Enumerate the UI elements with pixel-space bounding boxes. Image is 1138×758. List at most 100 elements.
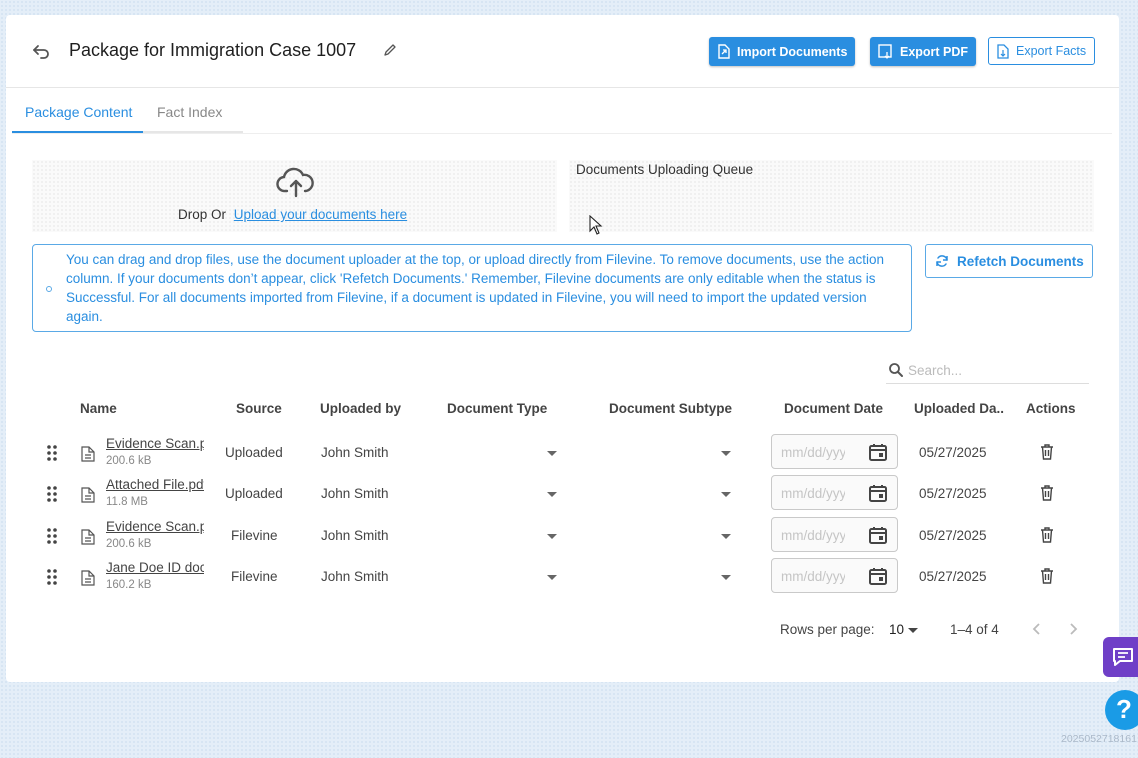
file-import-icon	[718, 44, 730, 59]
source-cell: Uploaded	[225, 486, 283, 501]
column-header-name[interactable]: Name	[80, 401, 117, 416]
search-icon	[889, 363, 903, 377]
file-export-icon	[997, 43, 1009, 59]
column-header-document-date[interactable]: Document Date	[784, 401, 883, 416]
page-header: Package for Immigration Case 1007 Import…	[6, 15, 1119, 88]
document-type-select[interactable]	[547, 534, 557, 539]
import-documents-label: Import Documents	[737, 44, 848, 59]
document-date-input[interactable]	[781, 527, 845, 543]
document-type-select[interactable]	[547, 492, 557, 497]
rows-per-page-label: Rows per page:	[780, 622, 875, 637]
document-date-field[interactable]	[771, 475, 898, 510]
source-cell: Filevine	[231, 569, 278, 584]
uploaded-by-cell: John Smith	[321, 569, 389, 584]
calendar-icon[interactable]	[868, 525, 888, 545]
file-name-link[interactable]: Jane Doe ID doc	[106, 560, 204, 575]
refresh-icon	[936, 255, 948, 267]
build-stamp: 2025052718161	[1061, 733, 1137, 745]
export-pdf-label: Export PDF	[900, 44, 969, 59]
pencil-icon[interactable]	[383, 43, 397, 57]
refetch-documents-button[interactable]: Refetch Documents	[925, 244, 1093, 278]
search-field[interactable]	[886, 358, 1089, 384]
info-alert: You can drag and drop files, use the doc…	[32, 244, 912, 332]
uploaded-date-cell: 05/27/2025	[919, 486, 987, 501]
help-icon: ?	[1116, 694, 1132, 724]
upload-dropzone[interactable]: Drop Or Upload your documents here	[32, 160, 557, 232]
document-subtype-select[interactable]	[721, 575, 731, 580]
document-type-select[interactable]	[547, 451, 557, 456]
search-input[interactable]	[908, 360, 1083, 380]
export-pdf-icon	[878, 44, 892, 59]
document-subtype-select[interactable]	[721, 534, 731, 539]
document-date-field[interactable]	[771, 517, 898, 552]
delete-icon[interactable]	[1040, 568, 1054, 584]
back-arrow-icon[interactable]	[32, 42, 50, 60]
table-row: Evidence Scan.pdf 200.6 kB Filevine John…	[6, 515, 1119, 555]
upload-queue-title: Documents Uploading Queue	[576, 162, 754, 177]
document-icon	[81, 570, 95, 586]
rows-per-page-select[interactable]: 10	[889, 622, 904, 637]
export-facts-label: Export Facts	[1016, 44, 1087, 58]
table-row: Attached File.pdf 11.8 MB Uploaded John …	[6, 473, 1119, 513]
document-date-input[interactable]	[781, 485, 845, 501]
file-name-link[interactable]: Attached File.pdf	[106, 477, 204, 492]
upload-link[interactable]: Upload your documents here	[234, 207, 407, 222]
uploaded-date-cell: 05/27/2025	[919, 445, 987, 460]
chevron-down-icon[interactable]	[908, 628, 918, 633]
column-header-document-subtype[interactable]: Document Subtype	[609, 401, 732, 416]
column-header-actions: Actions	[1026, 401, 1076, 416]
export-facts-button[interactable]: Export Facts	[988, 37, 1096, 65]
document-type-select[interactable]	[547, 575, 557, 580]
uploaded-by-cell: John Smith	[321, 445, 389, 460]
delete-icon[interactable]	[1040, 527, 1054, 543]
previous-page-icon[interactable]	[1029, 621, 1045, 637]
info-dot-icon	[46, 286, 52, 292]
document-date-field[interactable]	[771, 434, 898, 469]
drag-handle-icon[interactable]	[46, 485, 58, 503]
file-name-link[interactable]: Evidence Scan.pdf	[106, 519, 204, 534]
file-size: 200.6 kB	[106, 538, 152, 550]
document-subtype-select[interactable]	[721, 492, 731, 497]
chat-widget-button[interactable]	[1103, 637, 1138, 677]
column-header-source[interactable]: Source	[236, 401, 282, 416]
package-card: Package for Immigration Case 1007 Import…	[6, 15, 1119, 682]
delete-icon[interactable]	[1040, 485, 1054, 501]
delete-icon[interactable]	[1040, 444, 1054, 460]
calendar-icon[interactable]	[868, 483, 888, 503]
tab-package-content[interactable]: Package Content	[25, 104, 132, 120]
help-button[interactable]: ?	[1105, 690, 1138, 730]
column-header-uploaded-by[interactable]: Uploaded by	[320, 401, 401, 416]
drag-handle-icon[interactable]	[46, 527, 58, 545]
file-name-link[interactable]: Evidence Scan.pdf	[106, 436, 204, 451]
pagination-range: 1–4 of 4	[950, 622, 999, 637]
cloud-upload-icon	[276, 167, 314, 198]
active-tab-indicator	[12, 131, 143, 133]
column-header-uploaded-date[interactable]: Uploaded Da...	[914, 401, 1004, 416]
uploaded-by-cell: John Smith	[321, 528, 389, 543]
upload-queue-panel: Documents Uploading Queue	[569, 160, 1094, 232]
calendar-icon[interactable]	[868, 442, 888, 462]
source-cell: Uploaded	[225, 445, 283, 460]
file-size: 200.6 kB	[106, 455, 152, 467]
export-pdf-button[interactable]: Export PDF	[870, 37, 977, 66]
document-date-field[interactable]	[771, 558, 898, 593]
document-icon	[81, 529, 95, 545]
info-text: You can drag and drop files, use the doc…	[66, 252, 884, 324]
tab-fact-index[interactable]: Fact Index	[157, 104, 222, 120]
refetch-label: Refetch Documents	[957, 253, 1084, 269]
document-icon	[81, 446, 95, 462]
column-header-document-type[interactable]: Document Type	[447, 401, 547, 416]
uploaded-by-cell: John Smith	[321, 486, 389, 501]
calendar-icon[interactable]	[868, 566, 888, 586]
mouse-cursor-icon	[589, 215, 603, 235]
document-date-input[interactable]	[781, 568, 845, 584]
tab-bar: Package Content Fact Index	[12, 88, 1112, 134]
document-subtype-select[interactable]	[721, 451, 731, 456]
import-documents-button[interactable]: Import Documents	[709, 37, 856, 66]
table-row: Evidence Scan.pdf 200.6 kB Uploaded John…	[6, 432, 1119, 472]
drag-handle-icon[interactable]	[46, 444, 58, 462]
document-date-input[interactable]	[781, 444, 845, 460]
drag-handle-icon[interactable]	[46, 568, 58, 586]
tab-underline	[12, 131, 243, 133]
next-page-icon[interactable]	[1065, 621, 1081, 637]
